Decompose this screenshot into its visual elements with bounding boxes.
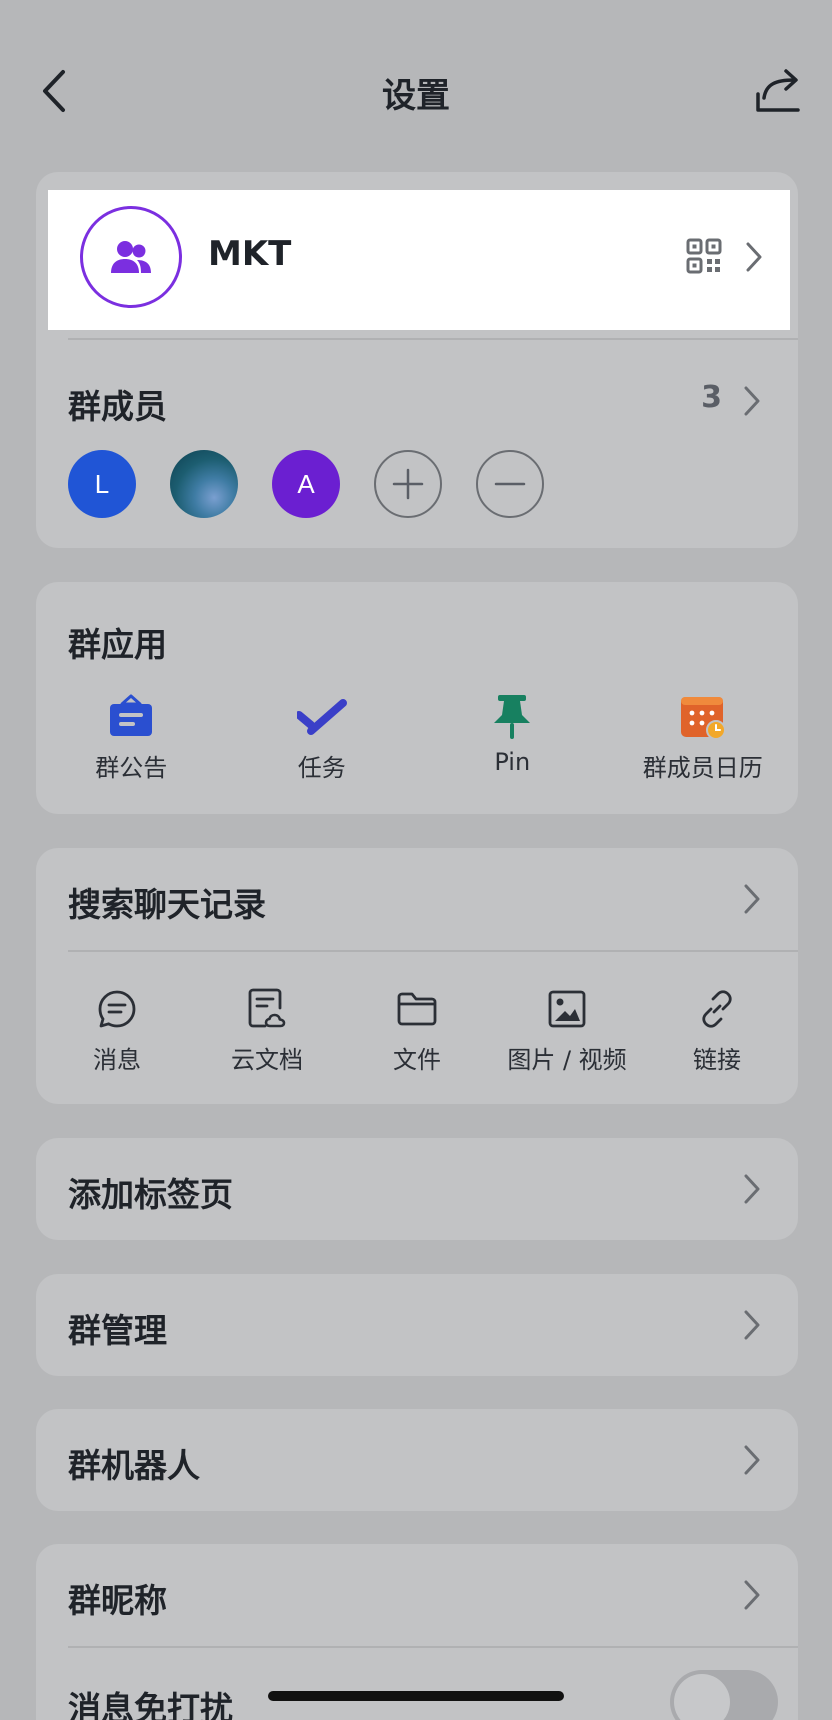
calendar-icon	[678, 692, 728, 742]
share-icon	[756, 69, 800, 112]
minus-icon	[494, 482, 526, 486]
group-people-icon	[111, 241, 151, 273]
member-avatar-list: L A	[68, 450, 544, 518]
link-icon	[694, 986, 740, 1032]
chevron-right-icon	[744, 884, 760, 914]
tool-label: 云文档	[231, 1046, 303, 1074]
divider	[68, 1646, 798, 1648]
avatar[interactable]: A	[272, 450, 340, 518]
search-history-row[interactable]: 搜索聊天记录	[36, 848, 798, 950]
add-tab-row[interactable]: 添加标签页	[36, 1138, 798, 1240]
chevron-right-icon	[744, 1445, 760, 1475]
task-check-icon	[296, 692, 347, 742]
tool-label: 文件	[393, 1046, 441, 1074]
app-label: 任务	[297, 754, 346, 782]
page-title: 设置	[382, 76, 450, 116]
toggle-knob	[674, 1674, 730, 1720]
search-files[interactable]: 文件	[342, 986, 492, 1075]
add-tab-title: 添加标签页	[68, 1175, 233, 1214]
home-indicator[interactable]	[268, 1691, 564, 1701]
search-cloud-docs[interactable]: 云文档	[192, 986, 342, 1075]
app-announcement[interactable]: 群公告	[36, 692, 227, 783]
tool-label: 链接	[693, 1046, 741, 1074]
group-manage-row[interactable]: 群管理	[36, 1274, 798, 1376]
avatar[interactable]	[170, 450, 238, 518]
members-count[interactable]: 3	[701, 380, 722, 415]
group-profile-row[interactable]: MKT	[48, 190, 790, 330]
app-task[interactable]: 任务	[227, 692, 418, 783]
group-info-card: MKT 群成员 3 L A	[36, 172, 798, 548]
folder-icon	[394, 986, 440, 1032]
add-member-button[interactable]	[374, 450, 442, 518]
chevron-right-icon[interactable]	[742, 384, 762, 418]
group-manage-title: 群管理	[68, 1311, 167, 1350]
app-label: Pin	[494, 748, 531, 776]
mute-toggle[interactable]	[670, 1670, 778, 1720]
app-pin[interactable]: Pin	[417, 692, 608, 783]
settings-page: 设置 MKT 群成员 3 L A 群应用 群公告 任务 Pin 群成员日历 搜索…	[0, 0, 832, 1720]
app-label: 群成员日历	[642, 754, 763, 782]
search-messages[interactable]: 消息	[42, 986, 192, 1075]
search-shortcuts: 消息 云文档 文件 图片 / 视频 链接	[36, 986, 798, 1075]
pin-icon	[487, 692, 537, 742]
nav-header: 设置	[0, 0, 832, 180]
chevron-right-icon[interactable]	[742, 1578, 762, 1612]
cloud-doc-icon	[244, 986, 290, 1032]
announcement-icon	[106, 692, 156, 742]
group-bots-row[interactable]: 群机器人	[36, 1409, 798, 1511]
remove-member-button[interactable]	[476, 450, 544, 518]
message-icon	[94, 986, 140, 1032]
tool-label: 图片 / 视频	[507, 1046, 627, 1074]
members-title[interactable]: 群成员	[68, 380, 167, 428]
search-history-title: 搜索聊天记录	[68, 885, 266, 924]
app-member-calendar[interactable]: 群成员日历	[608, 692, 799, 783]
group-nickname-title[interactable]: 群昵称	[68, 1574, 167, 1622]
group-name: MKT	[208, 234, 292, 274]
group-avatar	[80, 206, 182, 308]
divider	[68, 338, 798, 340]
chevron-right-icon	[744, 1310, 760, 1340]
chevron-right-icon	[744, 1174, 760, 1204]
qr-code-icon[interactable]	[686, 238, 722, 274]
group-apps-card: 群应用 群公告 任务 Pin 群成员日历	[36, 582, 798, 814]
apps-title: 群应用	[68, 625, 167, 664]
divider	[68, 950, 798, 952]
tool-label: 消息	[93, 1046, 141, 1074]
plus-icon	[392, 468, 424, 500]
chevron-right-icon	[746, 242, 762, 272]
app-label: 群公告	[95, 754, 168, 782]
apps-row: 群公告 任务 Pin 群成员日历	[36, 692, 798, 783]
avatar[interactable]: L	[68, 450, 136, 518]
search-links[interactable]: 链接	[642, 986, 792, 1075]
search-history-card: 搜索聊天记录 消息 云文档 文件 图片 / 视频 链接	[36, 848, 798, 1104]
share-button[interactable]	[752, 64, 806, 118]
group-bots-title: 群机器人	[68, 1446, 200, 1485]
mute-notifications-title: 消息免打扰	[68, 1689, 233, 1720]
image-icon	[544, 986, 590, 1032]
search-images-videos[interactable]: 图片 / 视频	[492, 986, 642, 1075]
